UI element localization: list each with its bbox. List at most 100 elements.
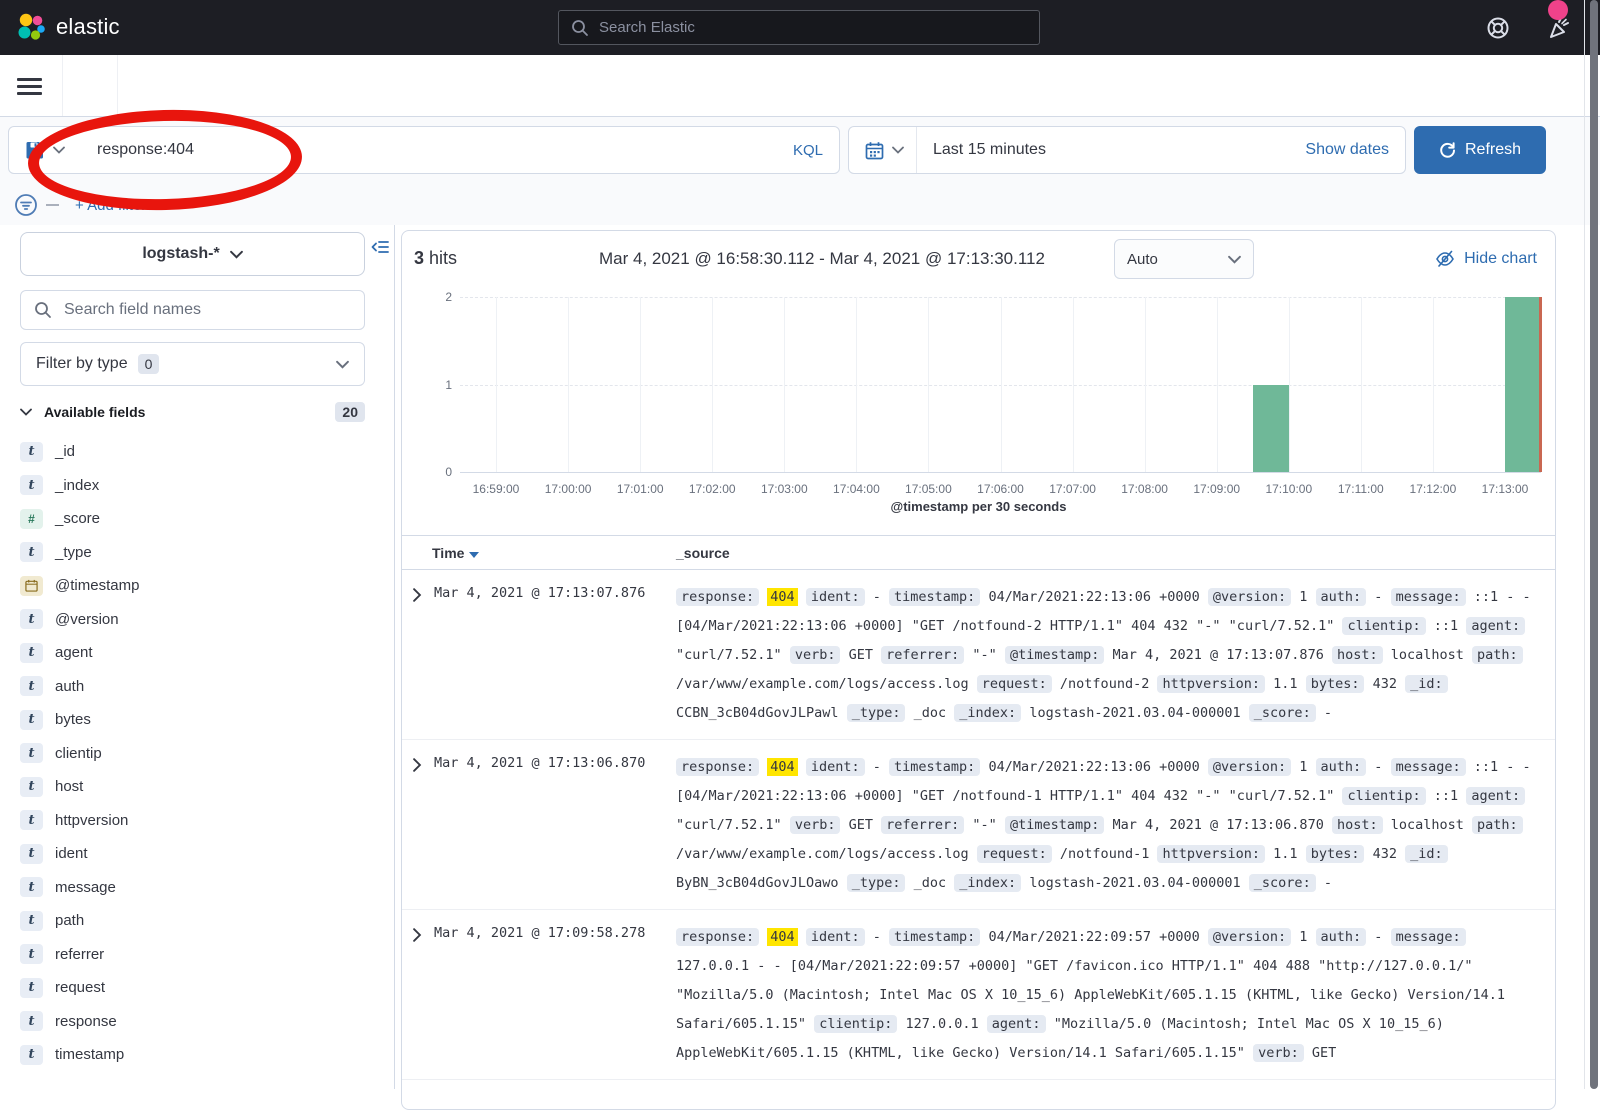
- field-value: 1.1: [1273, 846, 1297, 862]
- expand-row-icon[interactable]: [412, 928, 422, 942]
- field-value: GET: [1312, 1045, 1336, 1061]
- field-name: response: [55, 1013, 117, 1030]
- field-search-input[interactable]: Search field names: [20, 290, 365, 330]
- field-pill: request:: [977, 845, 1052, 863]
- collapse-sidebar-icon[interactable]: [370, 237, 390, 257]
- field-value: -: [1374, 589, 1382, 605]
- field-pill: verb:: [790, 646, 841, 664]
- index-pattern-select[interactable]: logstash-*: [20, 232, 365, 276]
- field-value: GET: [849, 647, 873, 663]
- text-type-icon: t: [20, 844, 43, 864]
- field-pill: referrer:: [881, 646, 964, 664]
- chevron-down-icon: [230, 250, 243, 259]
- field-value: -: [873, 589, 881, 605]
- hits-number: 3: [414, 248, 424, 268]
- field-value: 04/Mar/2021:22:13:06 +0000: [988, 759, 1199, 775]
- refresh-button[interactable]: Refresh: [1414, 126, 1546, 174]
- field-value: 1: [1299, 929, 1307, 945]
- field-item-auth[interactable]: tauth: [20, 670, 375, 704]
- query-language-button[interactable]: KQL: [793, 142, 839, 159]
- field-item-agent[interactable]: tagent: [20, 636, 375, 670]
- vertical-scrollbar[interactable]: [1584, 0, 1600, 1089]
- available-fields-header[interactable]: Available fields 20: [20, 398, 365, 426]
- field-item-ident[interactable]: tident: [20, 837, 375, 871]
- results-table-header: Time _source: [402, 535, 1555, 570]
- field-value: CCBN_3cB04dGovJLPawl: [676, 705, 839, 721]
- field-pill: _id:: [1405, 845, 1448, 863]
- field-item-score[interactable]: #_score: [20, 502, 375, 536]
- text-type-icon: t: [20, 944, 43, 964]
- row-source: response: 404 ident: - timestamp: 04/Mar…: [676, 753, 1537, 898]
- field-name: referrer: [55, 946, 104, 963]
- field-item-request[interactable]: trequest: [20, 971, 375, 1005]
- date-quick-select[interactable]: [849, 141, 916, 160]
- query-bar-zone: response:404 KQL Last 15 minutes Show da…: [0, 117, 1600, 225]
- elastic-logo-icon: [16, 12, 46, 42]
- field-item-referrer[interactable]: t referrer: [20, 938, 375, 972]
- scrollbar-thumb[interactable]: [1590, 0, 1598, 1089]
- histogram-bar-17:13:00[interactable]: [1505, 297, 1541, 472]
- field-item-host[interactable]: thost: [20, 770, 375, 804]
- field-search-placeholder: Search field names: [64, 301, 201, 319]
- field-value: -: [1324, 875, 1332, 891]
- expand-row-icon[interactable]: [412, 758, 422, 772]
- x-tick-label: 17:01:00: [617, 482, 664, 496]
- field-item-message[interactable]: tmessage: [20, 871, 375, 905]
- gridline: [1289, 297, 1290, 472]
- field-value: /var/www/example.com/logs/access.log: [676, 846, 969, 862]
- interval-select[interactable]: Auto: [1114, 239, 1254, 279]
- field-value: GET: [849, 817, 873, 833]
- field-name: _type: [55, 544, 92, 561]
- interval-value: Auto: [1127, 251, 1158, 268]
- y-tick-label: 1: [434, 378, 452, 392]
- add-filter-link[interactable]: + Add filter: [75, 197, 146, 214]
- query-input[interactable]: response:404 KQL: [8, 126, 840, 174]
- field-value: -: [1324, 705, 1332, 721]
- document-rows: Mar 4, 2021 @ 17:13:07.876response: 404 …: [402, 570, 1555, 1080]
- x-tick-label: 17:10:00: [1265, 482, 1312, 496]
- field-pill: request:: [977, 675, 1052, 693]
- field-item-timestamp[interactable]: @timestamp: [20, 569, 375, 603]
- field-item-path[interactable]: tpath: [20, 904, 375, 938]
- field-pill: ident:: [806, 928, 865, 946]
- help-icon[interactable]: [1485, 15, 1511, 41]
- field-item-httpversion[interactable]: thttpversion: [20, 804, 375, 838]
- saved-query-menu[interactable]: [9, 140, 79, 160]
- global-search-input[interactable]: Search Elastic: [558, 10, 1040, 45]
- field-item-timestamp[interactable]: ttimestamp: [20, 1038, 375, 1072]
- column-header-time[interactable]: Time: [432, 545, 479, 561]
- field-item-response[interactable]: tresponse: [20, 1005, 375, 1039]
- search-icon: [571, 19, 589, 37]
- elastic-logo[interactable]: elastic: [16, 12, 120, 42]
- highlighted-value: 404: [767, 588, 797, 606]
- field-pill: referrer:: [881, 816, 964, 834]
- menu-icon[interactable]: [17, 78, 42, 95]
- table-row: Mar 4, 2021 @ 17:09:58.278response: 404 …: [402, 910, 1555, 1080]
- table-row: Mar 4, 2021 @ 17:13:07.876response: 404 …: [402, 570, 1555, 740]
- field-pill: auth:: [1316, 758, 1367, 776]
- field-item-version[interactable]: t@version: [20, 603, 375, 637]
- histogram-chart[interactable]: Count 16:59:0017:00:0017:01:0017:02:0017…: [402, 287, 1555, 535]
- x-tick-label: 17:12:00: [1410, 482, 1457, 496]
- app-header: D Discover NewSaveOpenShareInspect: [0, 55, 1600, 117]
- expand-row-icon[interactable]: [412, 588, 422, 602]
- filter-menu-icon[interactable]: [14, 193, 38, 217]
- query-string[interactable]: response:404: [79, 141, 793, 159]
- field-pill: verb:: [790, 816, 841, 834]
- field-item-id[interactable]: t_id: [20, 435, 375, 469]
- field-item-bytes[interactable]: tbytes: [20, 703, 375, 737]
- notification-badge: [1548, 0, 1568, 20]
- field-item-index[interactable]: t_index: [20, 469, 375, 503]
- time-range-picker[interactable]: Last 15 minutes Show dates: [848, 126, 1406, 174]
- show-dates-link[interactable]: Show dates: [1305, 141, 1405, 159]
- histogram-bar-17:09:30[interactable]: [1253, 385, 1289, 473]
- field-value: ::1: [1434, 618, 1458, 634]
- field-item-clientip[interactable]: tclientip: [20, 737, 375, 771]
- field-item-type[interactable]: t_type: [20, 536, 375, 570]
- filter-by-type-select[interactable]: Filter by type 0: [20, 342, 365, 386]
- field-value: -: [873, 929, 881, 945]
- calendar-icon: [865, 141, 884, 160]
- field-name: host: [55, 778, 83, 795]
- hide-chart-button[interactable]: Hide chart: [1435, 249, 1537, 269]
- time-range-value[interactable]: Last 15 minutes: [917, 141, 1305, 159]
